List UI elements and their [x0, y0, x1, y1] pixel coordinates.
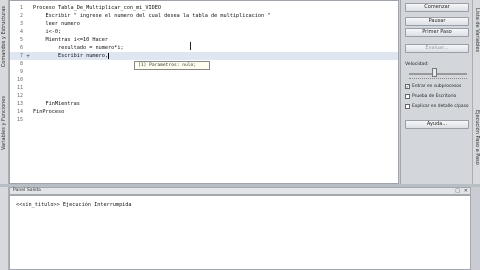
output-left-strip — [0, 187, 9, 270]
line-number: 7 — [19, 53, 23, 59]
code-line[interactable]: 1 Proceso Tabla_De_Multiplicar_con_mi_VID… — [10, 4, 398, 12]
checkbox-label: Explicar en detalle c/paso — [412, 104, 469, 109]
line-number: 8 — [19, 61, 23, 67]
code-text: Mientras i<=10 Hacer — [33, 37, 108, 43]
code-line[interactable]: 2 Escribir " ingrese el numero del cual … — [10, 12, 398, 20]
code-text: Escribir numero, — [33, 53, 108, 59]
code-line[interactable]: 10 — [10, 76, 398, 84]
right-side-tabs[interactable]: Lista de Variables Ejecución Paso a Paso — [472, 0, 480, 184]
ayuda-button[interactable]: Ayuda... — [405, 120, 469, 129]
line-number: 15 — [16, 117, 23, 123]
autocomplete-hint: [1] Parametros: nulo; — [134, 61, 210, 70]
checkbox-row-prueba[interactable]: Prueba de Escritorio — [405, 94, 456, 99]
pausar-button[interactable]: Pausar — [405, 17, 469, 26]
comenzar-button[interactable]: Comenzar — [405, 3, 469, 12]
velocidad-slider-thumb[interactable] — [432, 68, 437, 77]
code-line[interactable]: 7 + Escribir numero, — [10, 52, 398, 60]
line-number: 5 — [19, 37, 23, 43]
checkbox-explicar[interactable] — [405, 104, 410, 109]
close-icon[interactable]: ✕ — [464, 188, 468, 194]
code-line[interactable]: 11 — [10, 84, 398, 92]
checkbox-label: Entrar en subprocesos — [412, 84, 462, 89]
line-number: 4 — [19, 29, 23, 35]
text-caret — [107, 53, 109, 59]
code-text: i<-0; — [33, 29, 62, 35]
code-text: FinProceso — [33, 109, 65, 115]
checkbox-prueba[interactable] — [405, 94, 410, 99]
tab-variables[interactable]: Variables y Funciones — [1, 96, 7, 150]
code-text: FinMientras — [33, 101, 80, 107]
code-line[interactable]: 14 FinProceso — [10, 108, 398, 116]
code-text: Escribir " ingrese el numero del cual de… — [33, 13, 271, 19]
code-text: resultado = numero*i; — [33, 45, 124, 51]
line-marker: + — [26, 52, 30, 60]
line-number: 12 — [16, 93, 23, 99]
line-number: 11 — [16, 85, 23, 91]
execution-panel: Comenzar Pausar Primer Paso Evaluar... V… — [400, 0, 472, 184]
output-panel-title: Panel Salida — [13, 188, 41, 193]
velocidad-label: Velocidad: — [405, 62, 429, 67]
left-side-tabs[interactable]: Comandos y Estructuras Variables y Funci… — [0, 0, 9, 184]
evaluar-button[interactable]: Evaluar... — [405, 44, 469, 53]
line-number: 13 — [16, 101, 23, 107]
line-number: 1 — [19, 5, 23, 11]
tab-paso-a-paso[interactable]: Ejecución Paso a Paso — [474, 110, 480, 165]
checkbox-label: Prueba de Escritorio — [412, 94, 457, 99]
code-editor[interactable]: 1 Proceso Tabla_De_Multiplicar_con_mi_VID… — [9, 0, 399, 184]
primer-paso-button[interactable]: Primer Paso — [405, 28, 469, 37]
minimize-icon[interactable]: □ — [455, 188, 460, 194]
checkbox-row-subprocesos[interactable]: ✓ Entrar en subprocesos — [405, 84, 461, 89]
velocidad-slider-track[interactable] — [409, 73, 467, 75]
line-number: 9 — [19, 69, 23, 75]
code-text: leer numero — [33, 21, 80, 27]
mouse-ibeam-cursor — [190, 42, 191, 50]
line-number: 3 — [19, 21, 23, 27]
output-panel: <<sin_titulo>> Ejecución Interrumpida — [9, 195, 471, 270]
output-panel-header: Panel Salida □ ✕ — [9, 187, 471, 195]
tab-lista-variables[interactable]: Lista de Variables — [474, 8, 480, 52]
line-number: 2 — [19, 13, 23, 19]
code-line[interactable]: 6 resultado = numero*i; — [10, 44, 398, 52]
code-line[interactable]: 15 — [10, 116, 398, 124]
line-number: 14 — [16, 109, 23, 115]
line-number: 6 — [19, 45, 23, 51]
velocidad-slider-ticks — [409, 78, 467, 80]
code-line[interactable]: 4 i<-0; — [10, 28, 398, 36]
checkbox-subprocesos[interactable]: ✓ — [405, 84, 410, 89]
output-message: <<sin_titulo>> Ejecución Interrumpida — [16, 202, 132, 208]
code-line[interactable]: 5 Mientras i<=10 Hacer — [10, 36, 398, 44]
code-line[interactable]: 12 — [10, 92, 398, 100]
line-number: 10 — [16, 77, 23, 83]
code-line[interactable]: 3 leer numero — [10, 20, 398, 28]
tab-comandos[interactable]: Comandos y Estructuras — [1, 6, 7, 67]
checkbox-row-explicar[interactable]: Explicar en detalle c/paso — [405, 104, 469, 109]
code-text: Proceso Tabla_De_Multiplicar_con_mi_VIDE… — [33, 5, 162, 11]
code-line[interactable]: 13 FinMientras — [10, 100, 398, 108]
